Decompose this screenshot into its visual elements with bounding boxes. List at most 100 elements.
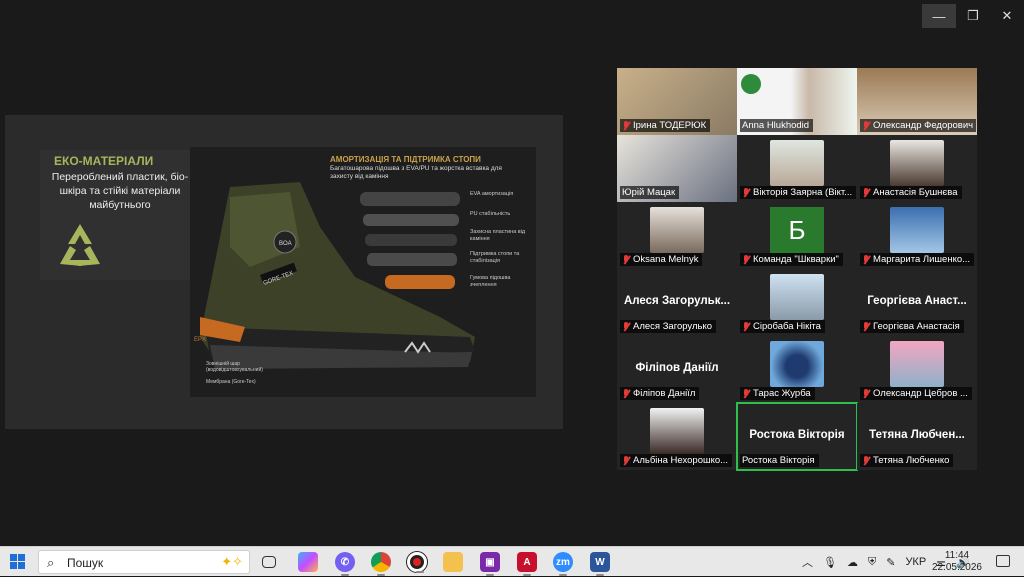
muted-mic-icon — [622, 120, 630, 131]
participant-name: Тарас Журба — [740, 387, 815, 400]
muted-mic-icon — [622, 455, 630, 466]
muted-mic-icon — [742, 321, 750, 332]
layer-label: Захисна пластина від каміння — [470, 229, 526, 242]
participant-big-name: Філіпов Даніїл — [635, 362, 719, 374]
participant-name: Тетяна Любченко — [860, 454, 954, 467]
taskbar-search[interactable]: ⌕ Пошук ✦✧ — [38, 550, 250, 574]
layer-label: Гумова підошва зчеплення — [470, 275, 511, 288]
avatar — [770, 140, 824, 186]
taskbar-clock[interactable]: 11:44 22.05.2026 — [932, 550, 982, 574]
participant-tile[interactable]: Олександр Федорович — [857, 68, 977, 135]
participant-tile[interactable]: Анастасія Бушнєва — [857, 135, 977, 202]
search-icon: ⌕ — [47, 555, 55, 570]
participant-name: Ірина ТОДЕРЮК — [620, 119, 711, 132]
clock-time: 11:44 — [944, 550, 970, 561]
zoom-icon[interactable]: zm — [553, 552, 573, 576]
window-controls: — ❐ ✕ — [922, 4, 1024, 28]
avatar — [770, 274, 824, 320]
muted-mic-icon — [742, 254, 750, 265]
participant-name: Ростока Вікторія — [740, 454, 819, 467]
security-icon[interactable]: ⛨ — [868, 556, 876, 569]
participant-tile[interactable]: Філіпов Даніїл Філіпов Даніїл — [617, 336, 737, 403]
shoe-panel: АМОРТИЗАЦІЯ ТА ПІДТРИМКА СТОПИ Багатошар… — [190, 147, 536, 397]
microphone-icon[interactable]: 🎙 — [823, 556, 837, 569]
participant-big-name: Алеся Загорульк... — [623, 295, 731, 307]
participant-name: Сіробаба Нікіта — [740, 320, 825, 333]
sole-layers — [360, 192, 460, 289]
avatar — [770, 341, 824, 387]
restore-button[interactable]: ❐ — [956, 4, 990, 28]
letter-avatar: Б — [770, 207, 824, 253]
search-placeholder: Пошук — [67, 556, 104, 570]
avatar — [890, 341, 944, 387]
snau-logo-icon — [741, 74, 761, 94]
pen-icon[interactable]: ✎ — [886, 556, 895, 569]
participant-tile[interactable]: Алеся Загорульк... Алеся Загорулько — [617, 269, 737, 336]
participant-tile[interactable]: Вікторія Заярна (Вікт... — [737, 135, 857, 202]
participant-tile[interactable]: Альбіна Нехорошко... — [617, 403, 737, 470]
participant-tile[interactable]: Anna Hlukhodid — [737, 68, 857, 135]
participant-name: Юрій Мацак — [620, 186, 680, 199]
cloud-icon[interactable]: ☁ — [847, 556, 858, 569]
file-explorer-icon[interactable] — [443, 552, 463, 572]
participant-name: Олександр Цебров ... — [860, 387, 972, 400]
participant-big-name: Тетяна Любчен... — [869, 429, 965, 441]
close-button[interactable]: ✕ — [990, 4, 1024, 28]
language-indicator[interactable]: УКР — [905, 556, 926, 568]
copilot-icon[interactable] — [298, 552, 318, 572]
participant-name: Anna Hlukhodid — [740, 119, 814, 132]
layer-label: PU стабільність — [470, 211, 511, 217]
notifications-icon[interactable] — [996, 555, 1010, 567]
muted-mic-icon — [622, 321, 630, 332]
participant-big-name: Ростока Вікторія — [749, 429, 845, 441]
taskbar: ⌕ Пошук ✦✧ ✆ ▣ A zm W ︿ 🎙 ☁ ⛨ ✎ УКР ⚌ 🔊 … — [0, 546, 1024, 576]
avatar — [650, 207, 704, 253]
record-icon[interactable] — [407, 552, 427, 573]
participant-tile[interactable]: Юрій Мацак — [617, 135, 737, 202]
participant-name: Анастасія Бушнєва — [860, 186, 962, 199]
avatar — [890, 140, 944, 186]
chevron-up-icon[interactable]: ︿ — [802, 554, 813, 570]
zoom-window: — ❐ ✕ ЕКО-МАТЕРІАЛИ Перероблений пластик… — [0, 0, 1024, 546]
participant-name: Oksana Melnyk — [620, 253, 703, 266]
eco-text: Перероблений пластик, біо-шкіра та стійк… — [51, 171, 189, 211]
muted-mic-icon — [862, 455, 870, 466]
clock-date: 22.05.2026 — [931, 562, 982, 573]
participant-tile[interactable]: Ірина ТОДЕРЮК — [617, 68, 737, 135]
participant-tile[interactable]: Олександр Цебров ... — [857, 336, 977, 403]
word-icon[interactable]: W — [590, 552, 610, 576]
muted-mic-icon — [862, 187, 870, 198]
participant-tile[interactable]: Тетяна Любчен... Тетяна Любченко — [857, 403, 977, 470]
participant-name: Алеся Загорулько — [620, 320, 717, 333]
muted-mic-icon — [742, 187, 750, 198]
participant-tile[interactable]: Тарас Журба — [737, 336, 857, 403]
save-icon[interactable]: ▣ — [480, 552, 500, 576]
bottom-label: Зовнішній шар (водовідштовхувальний) — [206, 361, 263, 373]
participant-tile[interactable]: Oksana Melnyk — [617, 202, 737, 269]
start-button[interactable] — [10, 554, 26, 570]
muted-mic-icon — [862, 388, 870, 399]
task-view-icon[interactable] — [262, 556, 276, 568]
muted-mic-icon — [862, 321, 870, 332]
boa-tag: BOA — [279, 241, 292, 247]
participant-name: Олександр Федорович — [860, 119, 976, 132]
muted-mic-icon — [622, 254, 630, 265]
participant-tile[interactable]: Георгієва Анаст... Георгієва Анастасія — [857, 269, 977, 336]
layer-label: Підтримка стопи та стабілізація — [470, 251, 520, 264]
minimize-button[interactable]: — — [922, 4, 956, 28]
chrome-icon[interactable] — [371, 552, 391, 576]
muted-mic-icon — [862, 254, 870, 265]
viber-icon[interactable]: ✆ — [335, 552, 355, 576]
bottom-label: Мембрана (Gore-Tex) — [206, 379, 256, 385]
muted-mic-icon — [622, 388, 630, 399]
participant-big-name: Георгієва Анаст... — [867, 295, 967, 307]
acrobat-icon[interactable]: A — [517, 552, 537, 576]
participant-tile[interactable]: Сіробаба Нікіта — [737, 269, 857, 336]
participant-name: Маргарита Лишенко... — [860, 253, 975, 266]
participant-tile[interactable]: Б Команда "Шкварки" — [737, 202, 857, 269]
participant-tile[interactable]: Маргарита Лишенко... — [857, 202, 977, 269]
search-highlight-icon: ✦✧ — [221, 554, 243, 569]
participant-name: Альбіна Нехорошко... — [620, 454, 733, 467]
participant-tile-active-speaker[interactable]: Ростока Вікторія Ростока Вікторія — [736, 402, 858, 471]
muted-mic-icon — [862, 120, 870, 131]
